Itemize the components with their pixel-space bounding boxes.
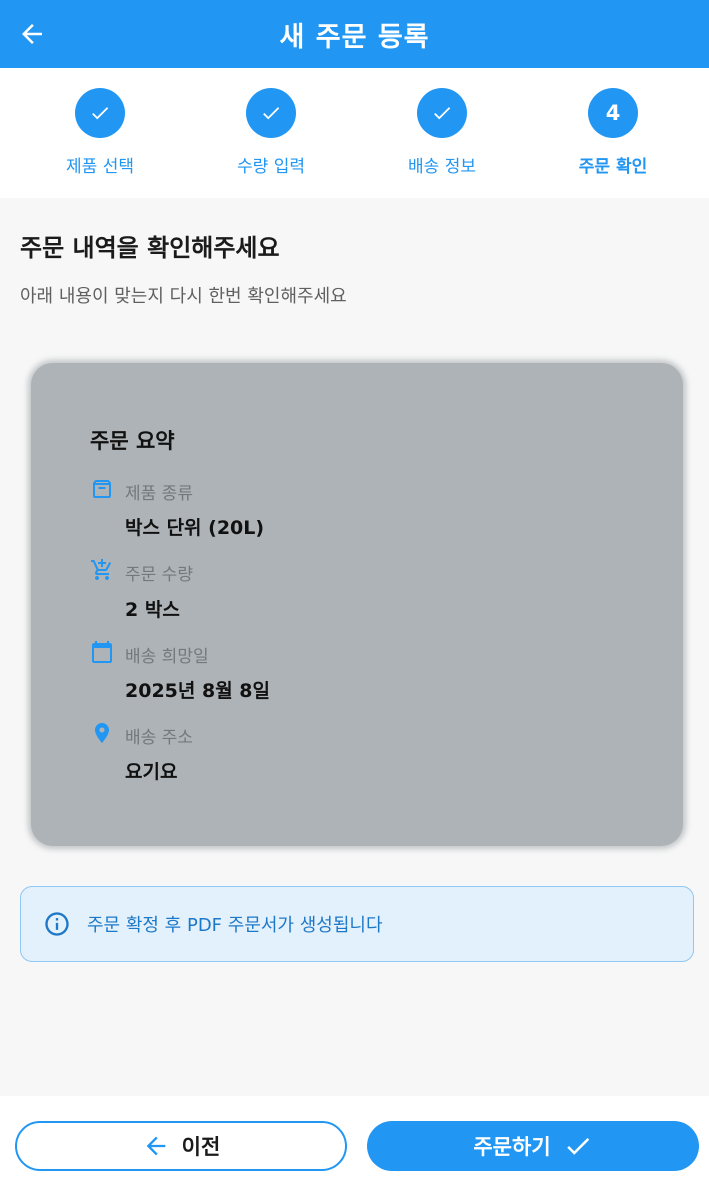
submit-order-button-label: 주문하기 (473, 1135, 551, 1159)
step-label: 주문 확인 (578, 157, 648, 177)
arrow-left-icon (22, 24, 42, 44)
info-icon (45, 912, 69, 936)
app-bar: 새 주문 등록 (0, 0, 709, 68)
progress-stepper: 제품 선택 수량 입력 배송 정보 4 주문 확인 (0, 68, 709, 198)
page-title: 새 주문 등록 (279, 21, 430, 53)
step-label: 제품 선택 (66, 157, 134, 177)
product-type-label: 제품 종류 (125, 484, 193, 504)
delivery-address-value: 요기요 (125, 761, 178, 783)
delivery-date-label: 배송 희망일 (125, 647, 209, 667)
check-icon (566, 1137, 589, 1155)
step-number-indicator: 4 (588, 88, 638, 138)
archive-box-icon (93, 480, 111, 498)
delivery-address-label: 배송 주소 (125, 728, 193, 748)
step-done-indicator (75, 88, 125, 138)
calendar-icon (92, 641, 112, 663)
step-quantity-input: 수량 입력 (201, 88, 341, 177)
step-order-confirm: 4 주문 확인 (543, 88, 683, 177)
check-icon (434, 107, 451, 120)
section-subheading: 아래 내용이 맞는지 다시 한번 확인해주세요 (20, 286, 347, 307)
product-type-value: 박스 단위 (20L) (125, 517, 265, 539)
info-text: 주문 확정 후 PDF 주문서가 생성됩니다 (87, 915, 383, 936)
step-label: 수량 입력 (237, 157, 305, 177)
previous-button[interactable]: 이전 (15, 1121, 347, 1171)
step-label: 배송 정보 (408, 157, 476, 177)
step-done-indicator (417, 88, 467, 138)
bottom-action-bar: 이전 주문하기 (0, 1096, 709, 1186)
step-shipping-info: 배송 정보 (372, 88, 512, 177)
card-title: 주문 요약 (90, 429, 175, 453)
arrow-left-icon (146, 1136, 166, 1156)
step-product-select: 제품 선택 (30, 88, 170, 177)
location-pin-icon (95, 723, 109, 743)
quantity-value: 2 박스 (125, 599, 180, 621)
add-to-cart-icon (91, 559, 112, 580)
check-icon (92, 107, 109, 120)
order-summary-card: 주문 요약 제품 종류 박스 단위 (20L) 주문 수량 2 박스 배송 희망… (31, 363, 683, 846)
submit-order-button[interactable]: 주문하기 (367, 1121, 699, 1171)
section-heading: 주문 내역을 확인해주세요 (20, 234, 280, 262)
info-notice: 주문 확정 후 PDF 주문서가 생성됩니다 (20, 886, 694, 962)
step-done-indicator (246, 88, 296, 138)
quantity-label: 주문 수량 (125, 565, 193, 585)
previous-button-label: 이전 (181, 1135, 221, 1159)
check-icon (263, 107, 280, 120)
delivery-date-value: 2025년 8월 8일 (125, 680, 270, 702)
back-button[interactable] (12, 14, 52, 54)
